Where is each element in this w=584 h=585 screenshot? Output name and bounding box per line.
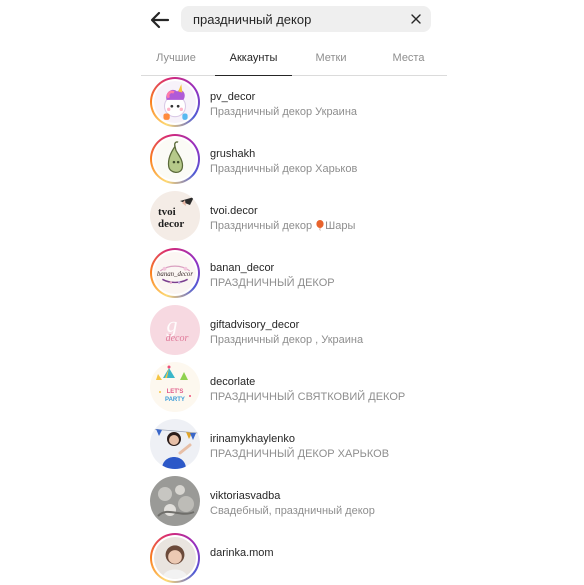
tab-top[interactable]: Лучшие: [141, 44, 211, 75]
avatar-logo-text: decor: [166, 333, 189, 344]
search-input[interactable]: [193, 11, 401, 27]
list-item[interactable]: LET'S PARTY decorlate ПРАЗДНИЧНЫЙ СВЯТКО…: [150, 362, 450, 414]
account-username: pv_decor: [210, 91, 256, 103]
avatar: [150, 419, 200, 469]
avatar-logo-text: tvoi: [158, 206, 176, 218]
account-username: irinamykhaylenko: [210, 433, 295, 445]
account-subtitle: Свадебный, праздничный декор: [210, 505, 375, 517]
avatar-logo-text: decor: [158, 218, 184, 230]
account-username: decorlate: [210, 376, 256, 388]
avatar-frame: LET'S PARTY: [150, 362, 200, 412]
account-username: tvoi.decor: [210, 205, 258, 217]
tab-places[interactable]: Места: [370, 44, 447, 75]
avatar-frame: tvoi decor: [150, 191, 200, 241]
account-username: darinka.mom: [210, 547, 274, 559]
account-username: grushakh: [210, 148, 256, 160]
account-subtitle: ПРАЗДНИЧНЫЙ СВЯТКОВИЙ ДЕКОР: [210, 391, 406, 403]
story-ring: [150, 134, 200, 184]
search-tabs: Лучшие Аккаунты Метки Места: [141, 44, 447, 76]
balloon-icon: [316, 220, 324, 232]
subtitle-text: Праздничный декор: [210, 220, 316, 232]
clear-search-icon[interactable]: [409, 12, 423, 26]
avatar: g decor: [150, 305, 200, 355]
back-arrow-icon[interactable]: [146, 6, 174, 34]
avatar: [154, 81, 196, 123]
story-ring: [150, 77, 200, 127]
account-username: giftadvisory_decor: [210, 319, 300, 331]
list-item[interactable]: viktoriasvadba Свадебный, праздничный де…: [150, 476, 450, 528]
list-item[interactable]: irinamykhaylenko ПРАЗДНИЧНЫЙ ДЕКОР ХАРЬК…: [150, 419, 450, 471]
account-subtitle: Праздничный декор Харьков: [210, 163, 358, 175]
tab-tags[interactable]: Метки: [296, 44, 366, 75]
subtitle-text: Шары: [325, 220, 356, 232]
avatar-frame: [150, 476, 200, 526]
avatar: LET'S PARTY: [150, 362, 200, 412]
avatar: [154, 537, 196, 579]
story-ring: [150, 533, 200, 583]
avatar: [154, 138, 196, 180]
account-username: banan_decor: [210, 262, 275, 274]
account-subtitle: ПРАЗДНИЧНЫЙ ДЕКОР ХАРЬКОВ: [210, 448, 390, 460]
avatar: banan_decor: [154, 252, 196, 294]
list-item[interactable]: tvoi decor tvoi.decor Праздничный декор …: [150, 191, 450, 243]
avatar: [150, 476, 200, 526]
avatar-logo-text: banan_decor: [157, 271, 193, 278]
list-item[interactable]: g decor giftadvisory_decor Праздничный д…: [150, 305, 450, 357]
story-ring: banan_decor: [150, 248, 200, 298]
avatar-logo-text: LET'S: [167, 389, 184, 395]
account-subtitle: ПРАЗДНИЧНЫЙ ДЕКОР: [210, 277, 335, 289]
list-item[interactable]: darinka.mom: [150, 533, 450, 585]
account-subtitle: Праздничный декор Украина: [210, 106, 358, 118]
list-item[interactable]: pv_decor Праздничный декор Украина: [150, 77, 450, 129]
account-subtitle: Праздничный декор , Украина: [210, 334, 364, 346]
account-subtitle: Праздничный декор Шары: [210, 220, 355, 232]
top-bar: [0, 0, 584, 40]
avatar-frame: g decor: [150, 305, 200, 355]
avatar: tvoi decor: [150, 191, 200, 241]
avatar-logo-text: PARTY: [165, 397, 185, 403]
list-item[interactable]: grushakh Праздничный декор Харьков: [150, 134, 450, 186]
tab-accounts[interactable]: Аккаунты: [215, 44, 292, 76]
search-field[interactable]: [181, 6, 431, 32]
list-item[interactable]: banan_decor banan_decor ПРАЗДНИЧНЫЙ ДЕКО…: [150, 248, 450, 300]
account-username: viktoriasvadba: [210, 490, 281, 502]
avatar-frame: [150, 419, 200, 469]
